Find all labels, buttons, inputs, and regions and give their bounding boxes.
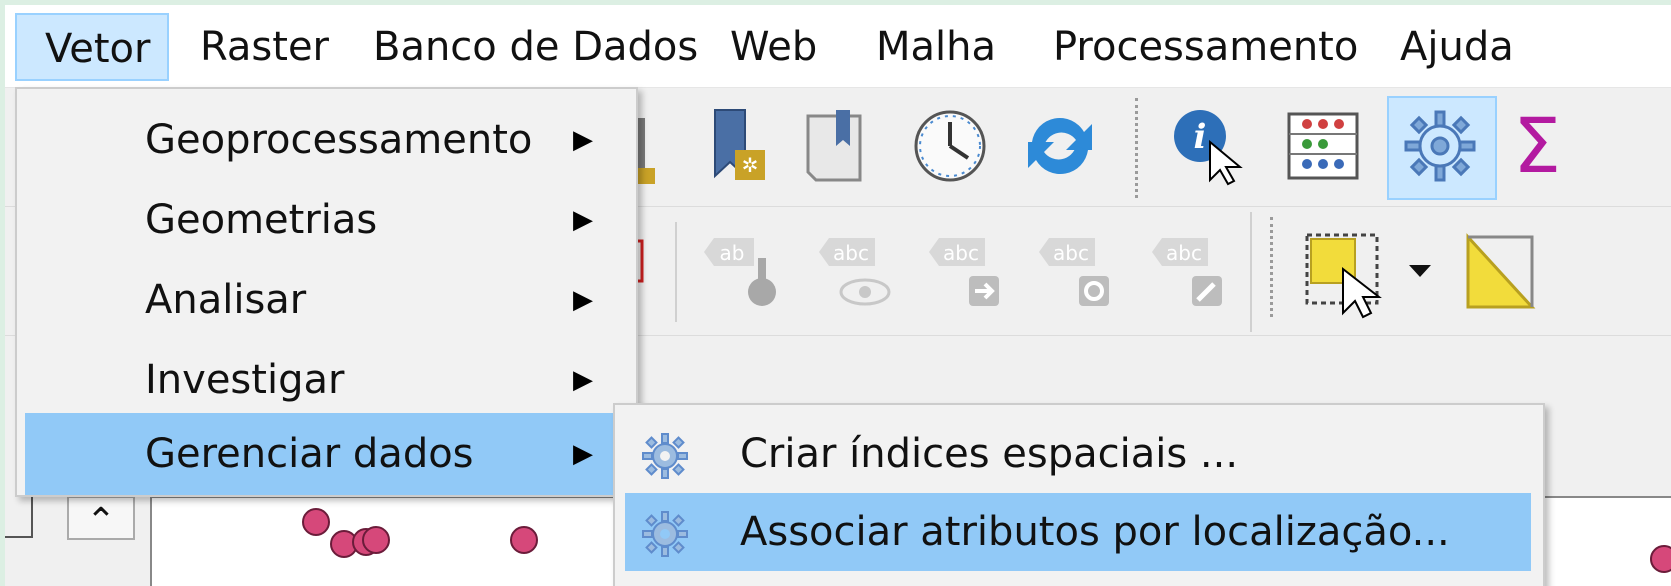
- menu-item-label: Analisar: [145, 277, 307, 323]
- svg-text:i: i: [1194, 117, 1207, 157]
- select-features-icon[interactable]: [1303, 229, 1393, 319]
- field-calculator-icon[interactable]: [1283, 106, 1363, 186]
- label-move-icon[interactable]: abc: [925, 232, 1005, 312]
- menu-malha[interactable]: Malha: [848, 13, 1024, 81]
- menu-vetor[interactable]: Vetor: [15, 13, 169, 81]
- gerenciar-dados-submenu: Criar índices espaciais ... Associar atr…: [613, 403, 1545, 586]
- menu-item-label: Investigar: [145, 357, 345, 403]
- feature-point: [302, 508, 330, 536]
- menu-item-investigar[interactable]: Investigar ▶: [25, 341, 628, 419]
- toolbar-separator: [675, 222, 677, 322]
- svg-text:abc: abc: [833, 241, 869, 265]
- menu-item-criar-indices-espaciais[interactable]: Criar índices espaciais ...: [625, 415, 1531, 493]
- menu-item-label: Geometrias: [145, 197, 378, 243]
- menu-item-gerenciar-dados[interactable]: Gerenciar dados ▶: [25, 413, 628, 495]
- submenu-arrow-icon: ▶: [573, 365, 593, 395]
- menu-item-label: Associar atributos por localização...: [740, 509, 1450, 555]
- menu-item-geoprocessamento[interactable]: Geoprocessamento ▶: [25, 101, 628, 179]
- menu-raster[interactable]: Raster: [172, 13, 357, 81]
- feature-point: [1650, 545, 1671, 573]
- feature-point: [362, 526, 390, 554]
- refresh-icon[interactable]: [1020, 106, 1100, 186]
- submenu-arrow-icon: ▶: [573, 285, 593, 315]
- toolbar-separator-2: [1250, 212, 1252, 332]
- feature-point: [510, 526, 538, 554]
- menu-item-geometrias[interactable]: Geometrias ▶: [25, 181, 628, 259]
- menu-banco-de-dados[interactable]: Banco de Dados: [345, 13, 726, 81]
- bookmark-manager-icon[interactable]: [800, 106, 880, 186]
- processing-toolbox-icon[interactable]: [1400, 106, 1480, 186]
- menu-web[interactable]: Web: [702, 13, 845, 81]
- label-change-icon[interactable]: abc: [1148, 232, 1228, 312]
- menu-item-label: Gerenciar dados: [145, 431, 474, 477]
- label-rotate-icon[interactable]: abc: [1035, 232, 1115, 312]
- collapse-up-button[interactable]: ⌃: [67, 496, 135, 542]
- menu-item-associar-atributos-por-localizacao[interactable]: Associar atributos por localização...: [625, 493, 1531, 571]
- identify-features-icon[interactable]: i: [1170, 106, 1250, 186]
- submenu-arrow-icon: ▶: [573, 439, 593, 469]
- svg-text:abc: abc: [1166, 241, 1202, 265]
- label-pin-icon[interactable]: ab: [700, 232, 780, 312]
- toolbar-grip[interactable]: [1135, 98, 1142, 198]
- layers-panel-header: ⌃: [5, 496, 148, 586]
- menu-item-label: Criar índices espaciais ...: [740, 431, 1239, 477]
- submenu-arrow-icon: ▶: [573, 125, 593, 155]
- svg-text:abc: abc: [1053, 241, 1089, 265]
- qgis-window: Vetor Raster Banco de Dados Web Malha Pr…: [5, 5, 1671, 586]
- svg-text:✲: ✲: [742, 153, 759, 177]
- gear-icon: [640, 429, 690, 479]
- menu-item-analisar[interactable]: Analisar ▶: [25, 261, 628, 339]
- menu-processamento[interactable]: Processamento: [1025, 13, 1386, 81]
- svg-text:abc: abc: [943, 241, 979, 265]
- dock-float-button[interactable]: [5, 496, 33, 538]
- select-dropdown-icon[interactable]: [1407, 257, 1433, 283]
- svg-text:Σ: Σ: [1513, 106, 1561, 186]
- menu-bar: Vetor Raster Banco de Dados Web Malha Pr…: [5, 5, 1671, 88]
- gear-icon: [640, 507, 690, 557]
- temporal-controller-icon[interactable]: [910, 106, 990, 186]
- submenu-arrow-icon: ▶: [573, 205, 593, 235]
- select-polygon-icon[interactable]: [1460, 229, 1550, 319]
- label-show-hide-icon[interactable]: abc: [815, 232, 895, 312]
- vetor-dropdown-menu: Geoprocessamento ▶ Geometrias ▶ Analisar…: [15, 87, 638, 497]
- statistics-sum-icon[interactable]: Σ: [1513, 106, 1573, 186]
- menu-ajuda[interactable]: Ajuda: [1372, 13, 1542, 81]
- new-bookmark-icon[interactable]: ✲: [705, 106, 785, 186]
- svg-text:ab: ab: [720, 241, 745, 265]
- toolbar-grip-2[interactable]: [1270, 217, 1277, 317]
- menu-item-label: Geoprocessamento: [145, 117, 533, 163]
